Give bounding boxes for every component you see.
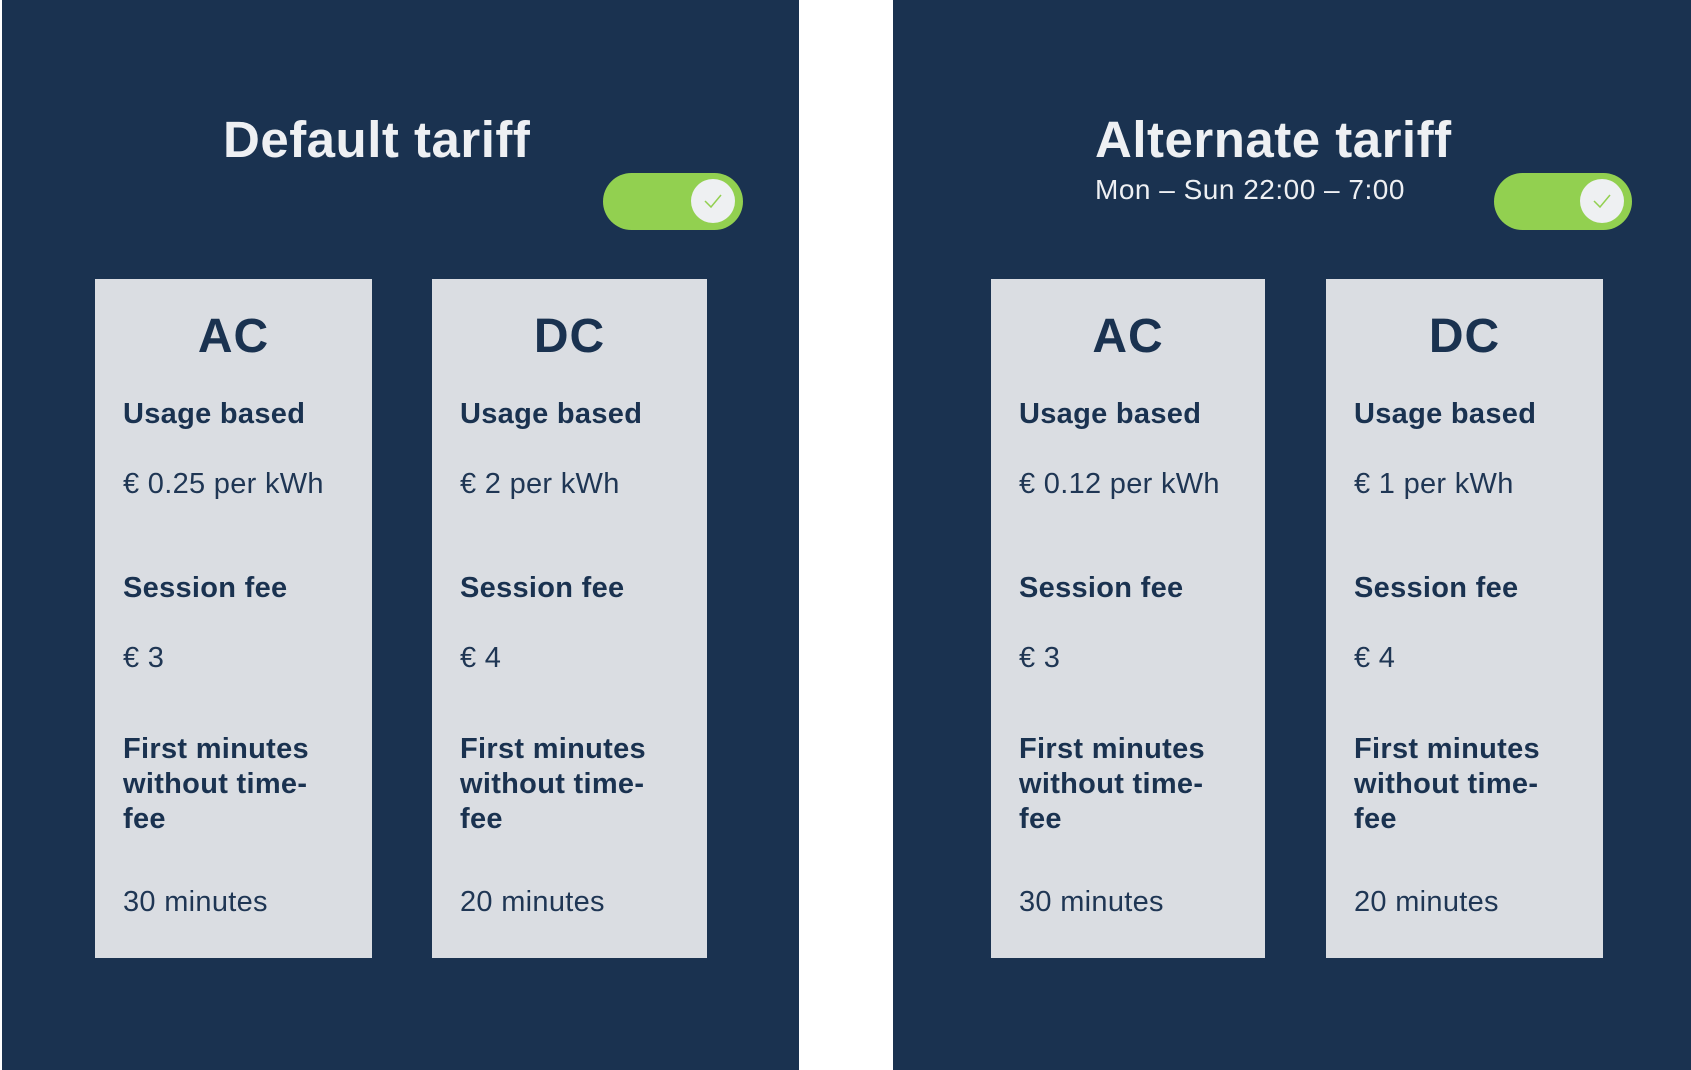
card-title: AC [197,310,270,363]
usage-value: € 0.25 per kWh [123,468,324,500]
usage-value: € 0.12 per kWh [1019,468,1220,500]
panel-title: Default tariff [223,111,531,168]
card-title: DC [1428,310,1501,363]
free-minutes-value: 30 minutes [123,886,268,918]
usage-value: € 1 per kWh [1354,468,1514,500]
alternate-tariff-toggle[interactable] [1494,173,1632,230]
usage-label: Usage based [123,398,306,430]
check-icon [1593,194,1611,209]
free-minutes-value: 20 minutes [460,886,605,918]
alternate-tariff-panel: Alternate tariff Mon – Sun 22:00 – 7:00 … [893,0,1691,1070]
session-fee-label: Session fee [1354,572,1519,604]
schedule-text: Mon – Sun 22:00 – 7:00 [1095,174,1405,205]
free-minutes-label: First minutes without time-fee [123,733,309,835]
panel-title: Alternate tariff [1095,111,1452,168]
check-icon [704,194,722,209]
tariff-card-ac: AC Usage based € 0.25 per kWh Session fe… [95,279,372,958]
free-minutes-label: First minutes without time-fee [1354,733,1540,835]
free-minutes-label: First minutes without time-fee [1019,733,1205,835]
tariff-card-dc: DC Usage based € 2 per kWh Session fee €… [432,279,707,958]
free-minutes-value: 20 minutes [1354,886,1499,918]
usage-label: Usage based [1354,398,1537,430]
default-tariff-panel: Default tariff AC Usage based € 0.25 per… [2,0,799,1070]
usage-label: Usage based [1019,398,1202,430]
toggle-knob [691,179,735,223]
session-fee-value: € 4 [1354,642,1396,674]
toggle-knob [1580,179,1624,223]
session-fee-label: Session fee [123,572,288,604]
session-fee-value: € 3 [1019,642,1061,674]
session-fee-value: € 3 [123,642,165,674]
card-title: DC [533,310,606,363]
default-tariff-toggle[interactable] [603,173,743,230]
usage-label: Usage based [460,398,643,430]
tariff-card-dc: DC Usage based € 1 per kWh Session fee €… [1326,279,1603,958]
usage-value: € 2 per kWh [460,468,620,500]
card-title: AC [1092,310,1164,363]
free-minutes-label: First minutes without time-fee [460,733,646,835]
session-fee-label: Session fee [1019,572,1184,604]
session-fee-value: € 4 [460,642,502,674]
free-minutes-value: 30 minutes [1019,886,1164,918]
tariff-card-ac: AC Usage based € 0.12 per kWh Session fe… [991,279,1265,958]
session-fee-label: Session fee [460,572,625,604]
